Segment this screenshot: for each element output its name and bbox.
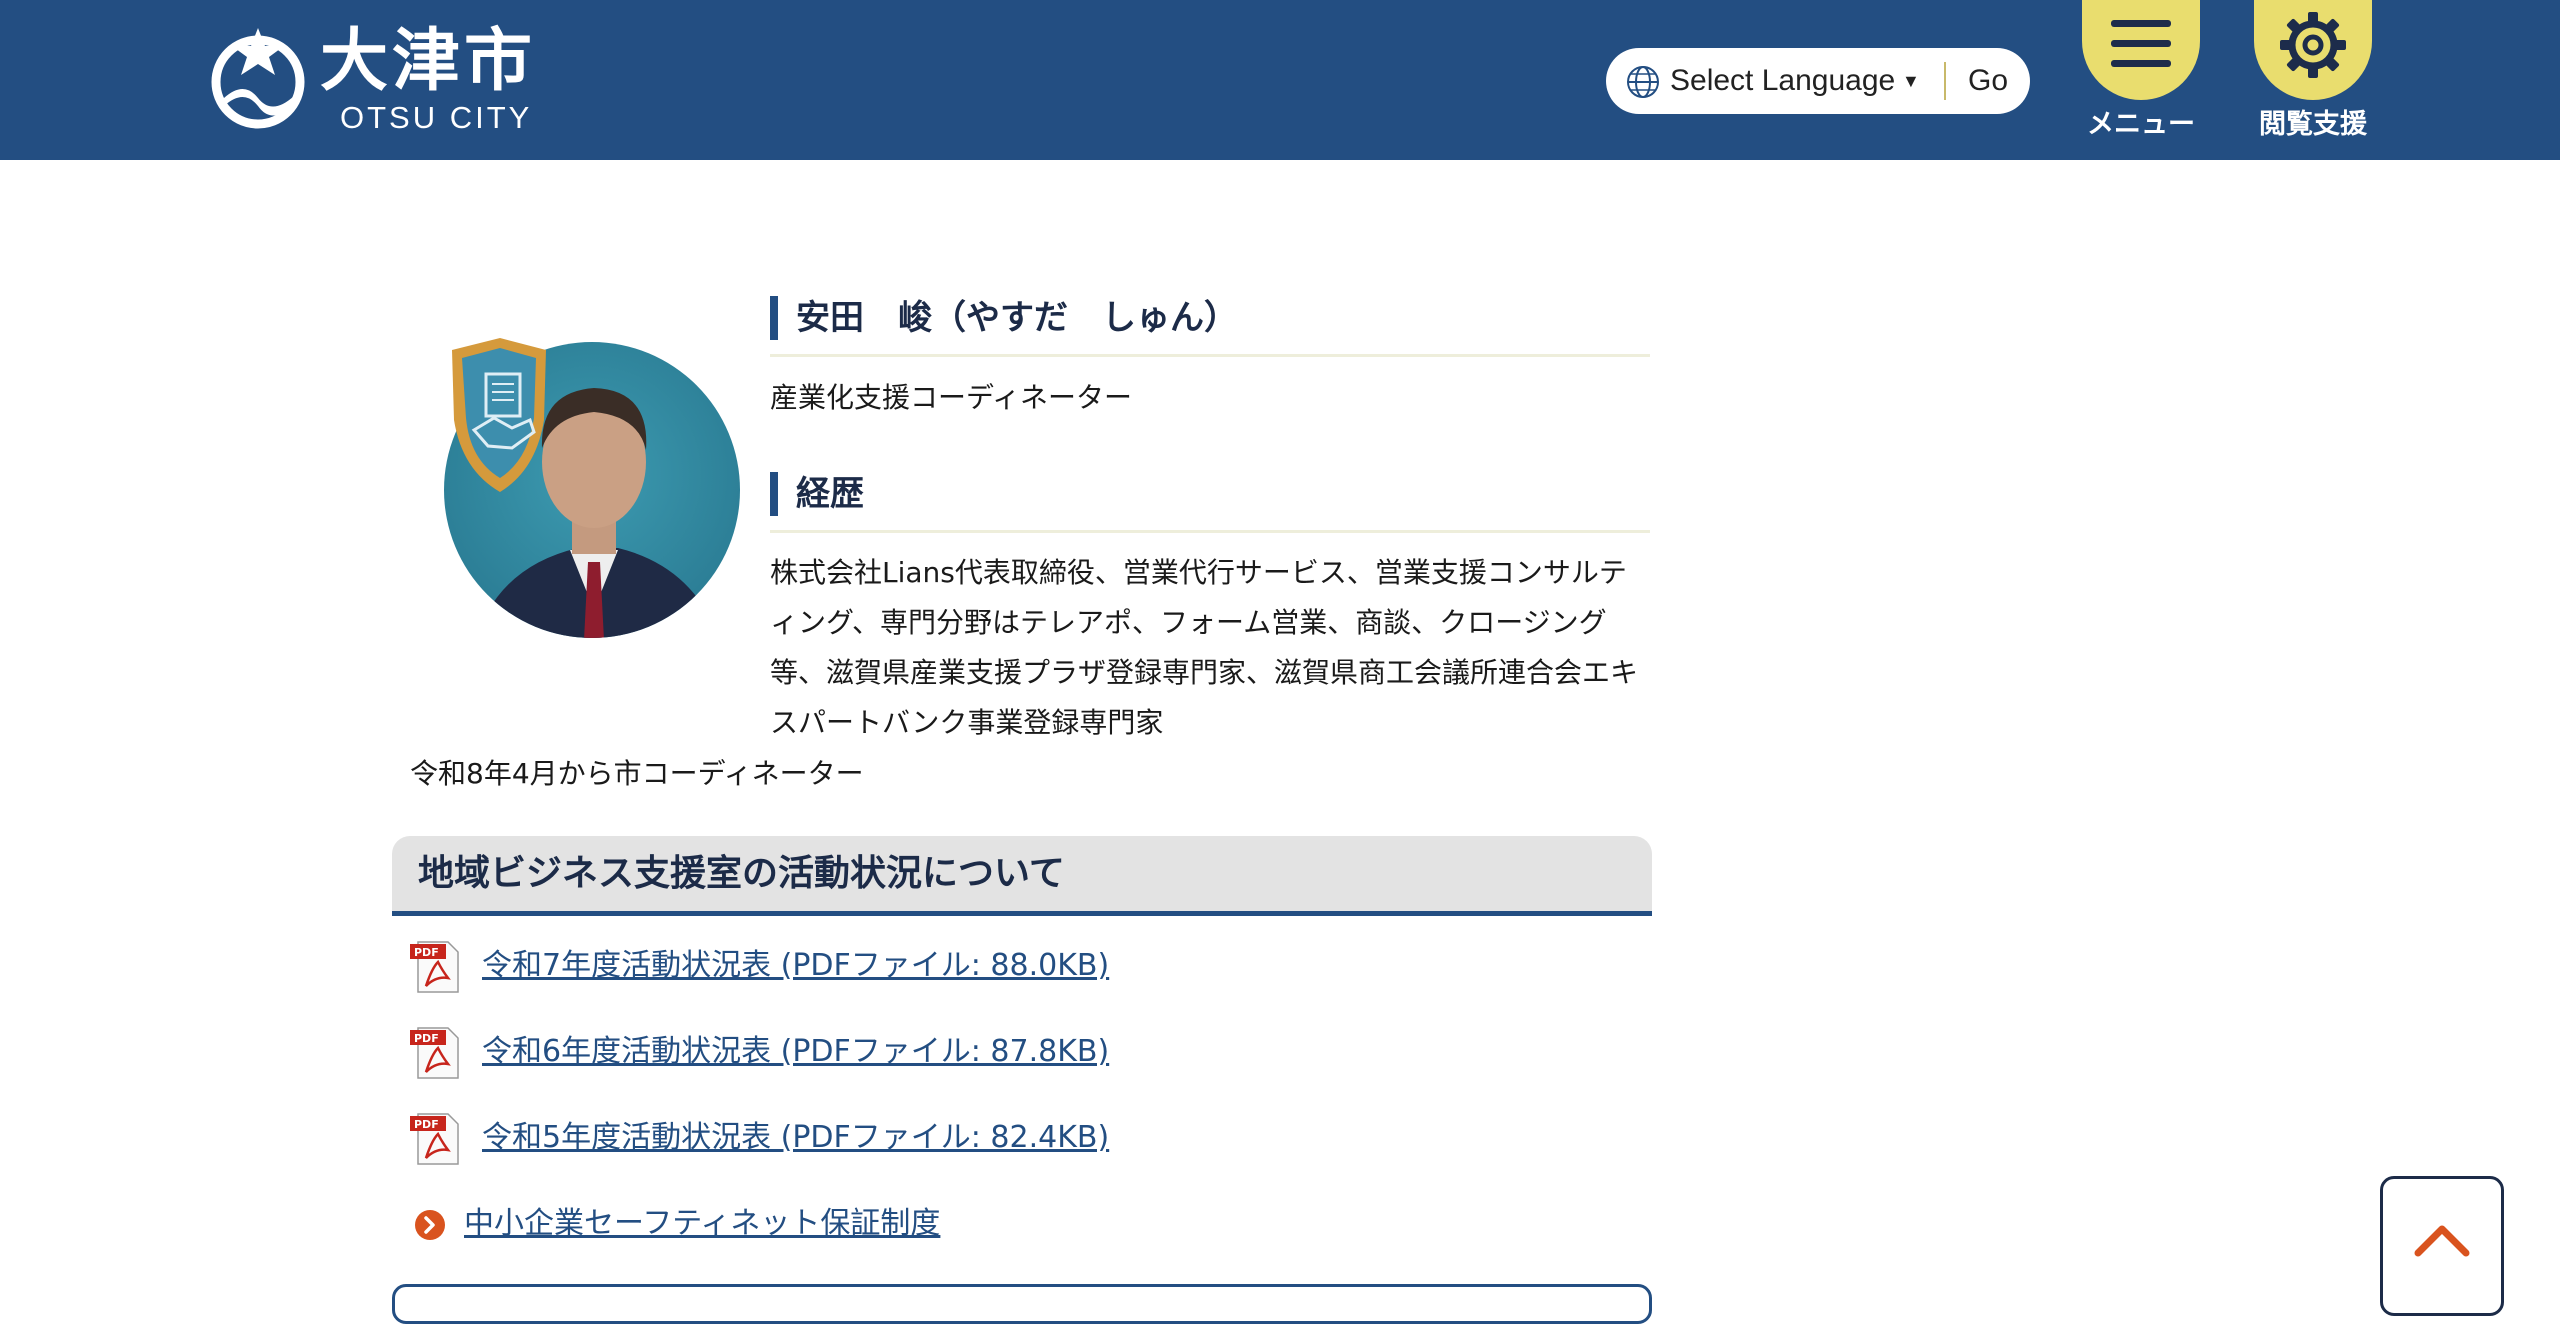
- logo-kanji: 大津市: [320, 22, 537, 101]
- menu-label: メニュー: [2087, 109, 2195, 140]
- logo-english: OTSU CITY: [340, 100, 533, 135]
- svg-text:PDF: PDF: [414, 946, 439, 959]
- pdf-icon: PDF: [410, 941, 459, 993]
- hamburger-icon: [2111, 40, 2171, 47]
- pdf-link-2023[interactable]: 令和5年度活動状況表 (PDFファイル: 82.4KB): [482, 1118, 1109, 1158]
- go-button[interactable]: Go: [1968, 64, 2008, 98]
- pdf-icon: PDF: [410, 1027, 459, 1079]
- language-select-label[interactable]: Select Language: [1670, 64, 1895, 98]
- dropdown-caret-icon: ▼: [1902, 71, 1920, 91]
- hamburger-icon: [2111, 60, 2171, 67]
- related-link-item[interactable]: 中小企業セーフティネット保証制度: [414, 1200, 1114, 1248]
- heading-accent-bar: [770, 296, 778, 340]
- menu-button-cap: [2082, 0, 2200, 100]
- svg-text:PDF: PDF: [414, 1118, 439, 1131]
- pdf-link-2025[interactable]: 令和7年度活動状況表 (PDFファイル: 88.0KB): [482, 946, 1109, 986]
- pdf-link-item[interactable]: PDF 令和7年度活動状況表 (PDFファイル: 88.0KB): [408, 938, 1308, 994]
- safety-net-guarantee-link[interactable]: 中小企業セーフティネット保証制度: [464, 1204, 940, 1244]
- city-emblem-icon: [211, 28, 305, 129]
- globe-icon: [1627, 66, 1659, 98]
- svg-text:PDF: PDF: [414, 1032, 439, 1045]
- next-section-box: [392, 1284, 1652, 1324]
- coordinator-name-heading: 安田 峻（やすだ しゅん）: [770, 292, 1650, 357]
- activity-section-heading: 地域ビジネス支援室の活動状況について: [392, 836, 1652, 916]
- heading-accent-bar: [770, 472, 778, 516]
- coordinator-role: 産業化支援コーディネーター: [770, 381, 1133, 414]
- chevron-up-icon: [2414, 1225, 2470, 1257]
- page-top-button[interactable]: [2380, 1176, 2504, 1316]
- divider: [1944, 62, 1946, 100]
- activity-heading-text: 地域ビジネス支援室の活動状況について: [418, 853, 1065, 894]
- career-heading: 経歴: [770, 468, 1650, 533]
- gear-icon: [2280, 12, 2346, 78]
- coordinator-photo: [444, 338, 740, 638]
- career-heading-text: 経歴: [796, 474, 864, 514]
- accessibility-button-cap: [2254, 0, 2372, 100]
- accessibility-label: 閲覧支援: [2259, 109, 2367, 140]
- accessibility-button[interactable]: 閲覧支援: [2254, 0, 2372, 150]
- site-header: 大津市 OTSU CITY Select Language ▼ Go メニュー: [0, 0, 2560, 160]
- appointment-note: 令和8年4月から市コーディネーター: [410, 757, 864, 790]
- menu-button[interactable]: メニュー: [2082, 0, 2200, 150]
- pdf-link-2024[interactable]: 令和6年度活動状況表 (PDFファイル: 87.8KB): [482, 1032, 1109, 1072]
- hamburger-icon: [2111, 20, 2171, 27]
- language-selector[interactable]: Select Language ▼ Go: [1606, 48, 2030, 114]
- pdf-link-item[interactable]: PDF 令和6年度活動状況表 (PDFファイル: 87.8KB): [408, 1024, 1308, 1080]
- career-description: 株式会社Lians代表取締役、営業代行サービス、営業支援コンサルティング、専門分…: [770, 556, 1639, 739]
- pdf-icon: PDF: [410, 1113, 459, 1165]
- otsu-city-logo[interactable]: 大津市 OTSU CITY: [210, 22, 540, 140]
- arrow-circle-icon: [415, 1210, 445, 1240]
- pdf-link-item[interactable]: PDF 令和5年度活動状況表 (PDFファイル: 82.4KB): [408, 1110, 1308, 1166]
- coordinator-name: 安田 峻（やすだ しゅん）: [796, 298, 1238, 338]
